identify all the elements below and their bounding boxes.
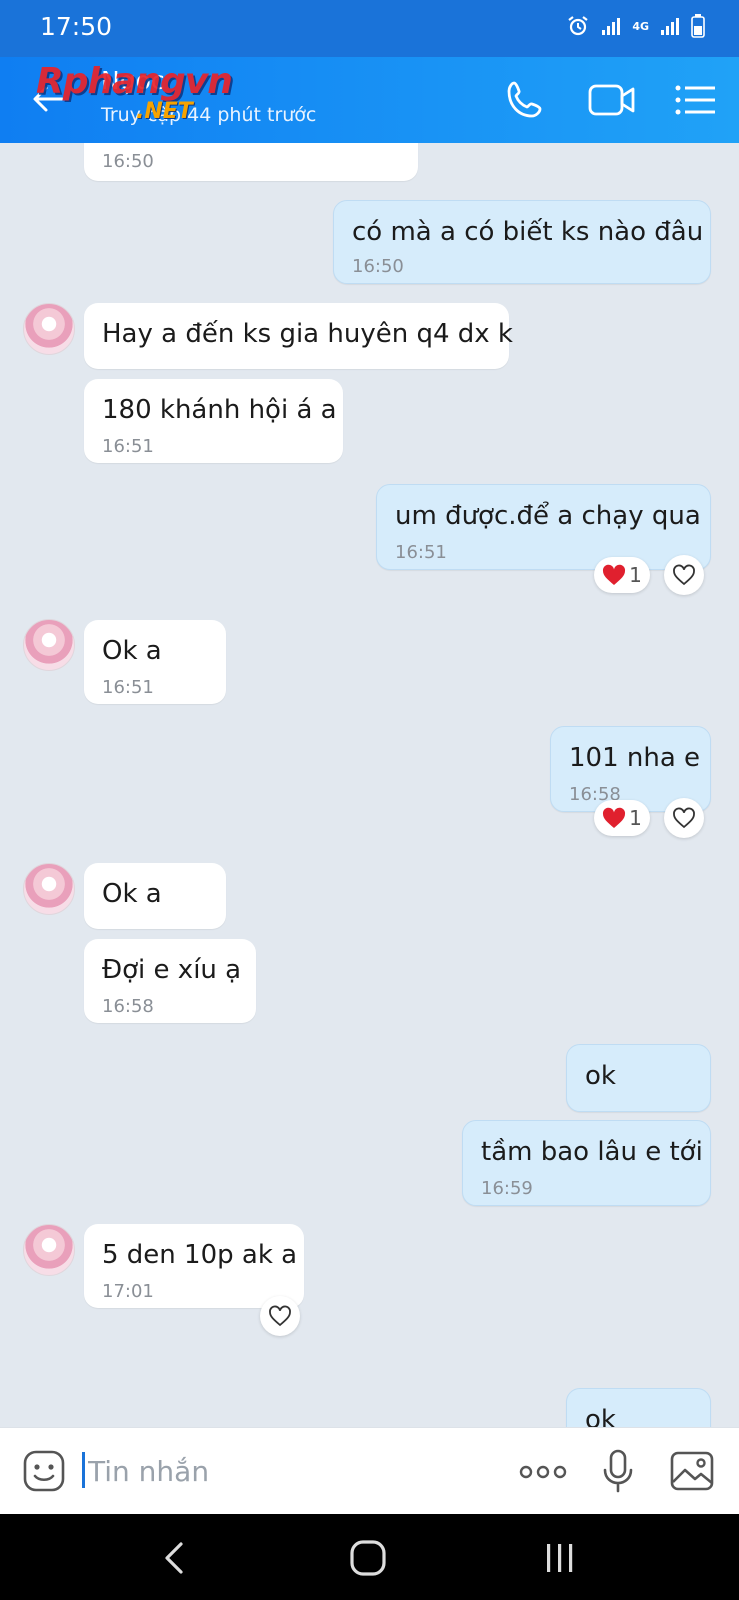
message-text: có mà a có biết ks nào đâu	[352, 217, 704, 247]
message-text: Hay a đến ks gia huyên q4 dx k	[102, 319, 513, 349]
signal-2-icon	[661, 18, 679, 35]
message-out[interactable]: um được.để a chạy qua 16:51	[376, 484, 711, 570]
reaction-badge[interactable]: 1	[594, 800, 650, 836]
nav-home-icon[interactable]	[346, 1536, 390, 1580]
message-out[interactable]: ok	[566, 1044, 711, 1112]
watermark-logo: Rphangvn .NET	[36, 61, 266, 133]
heart-outline-icon	[673, 564, 695, 586]
image-gallery-icon[interactable]	[669, 1450, 715, 1492]
message-out[interactable]: tầm bao lâu e tới 16:59	[462, 1120, 711, 1206]
message-text: ok	[585, 1061, 616, 1091]
video-call-icon[interactable]	[587, 77, 637, 123]
message-input[interactable]	[86, 1448, 490, 1494]
message-time: 16:51	[395, 542, 447, 563]
heart-filled-icon	[603, 807, 626, 828]
watermark-sub: .NET	[136, 99, 193, 124]
nav-back-icon[interactable]	[153, 1536, 197, 1580]
avatar[interactable]	[23, 303, 75, 355]
alarm-icon	[568, 16, 588, 36]
message-in[interactable]: 5 den 10p ak a 17:01	[84, 1224, 304, 1308]
message-text: Ok a	[102, 636, 162, 666]
status-bar: 17:50 4G	[0, 0, 739, 57]
reaction-badge[interactable]: 1	[594, 557, 650, 593]
watermark-text: Rphangvn	[36, 61, 233, 102]
message-text: 5 den 10p ak a	[102, 1240, 298, 1270]
reaction-count: 1	[629, 563, 642, 587]
message-time: 16:51	[102, 677, 154, 698]
message-time: 16:50	[102, 151, 154, 172]
heart-outline-icon	[673, 807, 695, 829]
react-heart-button[interactable]	[260, 1296, 300, 1336]
react-heart-button[interactable]	[664, 555, 704, 595]
message-input-bar	[0, 1427, 739, 1515]
android-nav-bar	[0, 1514, 739, 1600]
message-out[interactable]: ok	[566, 1388, 711, 1427]
message-in[interactable]: Ok a 16:51	[84, 620, 226, 704]
battery-icon	[691, 14, 705, 38]
message-list[interactable]: 16:50 có mà a có biết ks nào đâu 16:50 H…	[0, 143, 739, 1427]
react-heart-button[interactable]	[664, 798, 704, 838]
more-options-icon[interactable]	[518, 1454, 568, 1490]
chat-header: Ngọc Truy cập 44 phút trước Rphangvn .NE…	[0, 57, 739, 143]
message-time: 16:58	[102, 996, 154, 1017]
status-time: 17:50	[40, 12, 113, 41]
status-icons: 4G	[566, 14, 705, 38]
message-in[interactable]: Đợi e xíu ạ 16:58	[84, 939, 256, 1023]
phone-call-icon[interactable]	[502, 77, 548, 123]
text-cursor	[82, 1452, 85, 1488]
network-type-icon: 4G	[632, 19, 649, 33]
heart-filled-icon	[603, 564, 626, 585]
message-in[interactable]: 180 khánh hội á a 16:51	[84, 379, 343, 463]
microphone-icon[interactable]	[600, 1448, 636, 1494]
message-time: 16:59	[481, 1178, 533, 1199]
message-in[interactable]: 16:50	[84, 143, 418, 181]
message-time: 16:51	[102, 436, 154, 457]
heart-outline-icon	[269, 1305, 291, 1327]
message-text: 101 nha e	[569, 743, 701, 773]
sticker-emoji-icon[interactable]	[22, 1449, 66, 1493]
message-text: Ok a	[102, 879, 162, 909]
avatar[interactable]	[23, 863, 75, 915]
message-time: 17:01	[102, 1281, 154, 1302]
menu-list-icon[interactable]	[672, 77, 718, 123]
avatar[interactable]	[23, 619, 75, 671]
message-text: ok	[585, 1405, 616, 1427]
message-time: 16:50	[352, 256, 404, 277]
nav-recents-icon[interactable]	[538, 1536, 582, 1580]
avatar[interactable]	[23, 1224, 75, 1276]
reaction-count: 1	[629, 806, 642, 830]
message-in[interactable]: Hay a đến ks gia huyên q4 dx k	[84, 303, 513, 369]
message-text: tầm bao lâu e tới	[481, 1137, 703, 1167]
message-out[interactable]: có mà a có biết ks nào đâu 16:50	[333, 200, 711, 284]
message-text: 180 khánh hội á a	[102, 395, 337, 425]
signal-icon	[602, 18, 621, 35]
message-text: um được.để a chạy qua	[395, 501, 701, 531]
message-in[interactable]: Ok a	[84, 863, 226, 929]
message-text: Đợi e xíu ạ	[102, 955, 242, 985]
